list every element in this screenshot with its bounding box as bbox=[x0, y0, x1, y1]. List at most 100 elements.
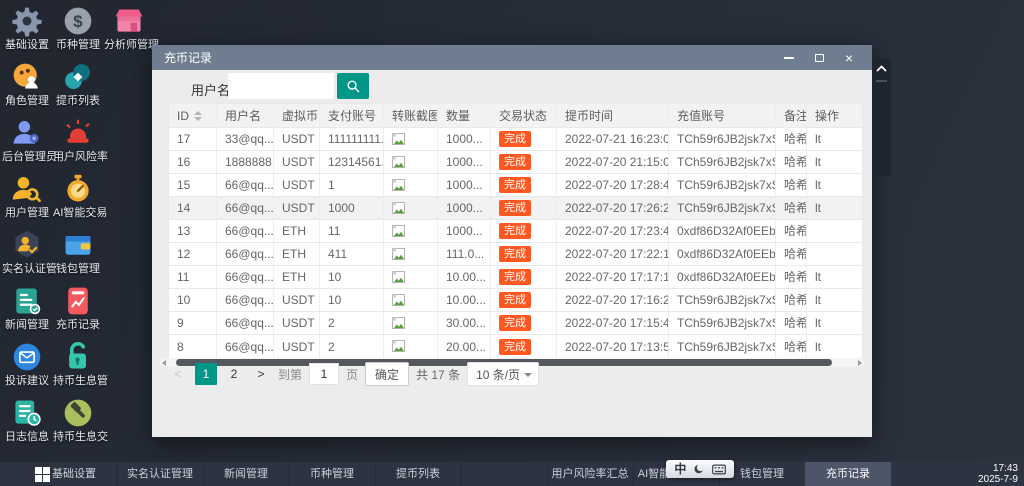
taskbar-item[interactable]: 用户风险率汇总 bbox=[547, 462, 633, 486]
confirm-button[interactable]: 确定 bbox=[365, 362, 409, 386]
cell-pay: 2 bbox=[320, 312, 384, 335]
desktop-shortcut-label: 分析师管理 bbox=[104, 39, 154, 51]
desktop-shortcut[interactable]: AI智能交易 bbox=[53, 173, 103, 227]
ime-language[interactable]: 中 bbox=[674, 461, 686, 477]
broken-image-icon[interactable] bbox=[392, 340, 405, 353]
cell-qty: 20.00... bbox=[438, 335, 491, 358]
next-page-button[interactable]: > bbox=[251, 363, 271, 385]
desktop-shortcut[interactable]: 角色管理 bbox=[2, 61, 52, 115]
cell-pay: 11 bbox=[320, 220, 384, 243]
window-titlebar[interactable]: 充币记录 × bbox=[152, 45, 872, 70]
collapsed-panel[interactable] bbox=[872, 58, 891, 176]
cell-coin: ETH bbox=[274, 220, 320, 243]
desktop-shortcut[interactable]: 充币记录 bbox=[53, 285, 103, 339]
cell-action[interactable]: lt bbox=[807, 266, 863, 289]
cell-id: 9 bbox=[169, 312, 217, 335]
records-table: ID用户名虚拟币支付账号转账截图数量交易状态提币时间充值账号备注操作1733@q… bbox=[168, 103, 864, 359]
cell-action[interactable]: lt bbox=[807, 197, 863, 220]
cell-qty: 30.00... bbox=[438, 312, 491, 335]
taskbar-clock[interactable]: 17:43 2025-7-9 bbox=[978, 463, 1018, 485]
search-icon bbox=[345, 78, 362, 95]
broken-image-icon[interactable] bbox=[392, 133, 405, 146]
desktop-shortcut[interactable]: 投诉建议 bbox=[2, 341, 52, 395]
maximize-button[interactable] bbox=[808, 50, 830, 66]
cell-qty: 111.0... bbox=[438, 243, 491, 266]
desktop-shortcut-label: 用户风险率 bbox=[53, 151, 103, 163]
scroll-right-icon[interactable] bbox=[858, 360, 862, 366]
taskbar-item[interactable]: 实名认证管理 bbox=[117, 462, 203, 486]
broken-image-icon[interactable] bbox=[392, 225, 405, 238]
page-button-1[interactable]: 1 bbox=[195, 363, 217, 385]
chevron-up-icon[interactable] bbox=[876, 65, 887, 72]
goto-page-input[interactable] bbox=[309, 363, 339, 385]
cell-action[interactable]: lt bbox=[807, 312, 863, 335]
desktop-shortcut[interactable]: 后台管理员 bbox=[2, 117, 52, 171]
column-header-qty: 数量 bbox=[438, 104, 491, 128]
search-button[interactable] bbox=[337, 73, 369, 99]
sort-icon[interactable] bbox=[194, 111, 202, 121]
cell-id: 14 bbox=[169, 197, 217, 220]
keyboard-icon[interactable] bbox=[712, 464, 726, 475]
cell-id: 13 bbox=[169, 220, 217, 243]
search-toolbar: 用户名 bbox=[152, 70, 872, 104]
status-badge: 完成 bbox=[499, 269, 531, 285]
per-page-select[interactable]: 10 条/页 bbox=[467, 362, 539, 386]
app-window: 充币记录 × 用户名 ID用户名虚拟币支付账号转账截图数量交易状态提币时间充值账… bbox=[152, 45, 872, 437]
moon-icon[interactable] bbox=[693, 463, 705, 475]
broken-image-icon[interactable] bbox=[392, 271, 405, 284]
minimize-button[interactable] bbox=[778, 50, 800, 66]
desktop-shortcut[interactable]: 用户风险率 bbox=[53, 117, 103, 171]
cell-action[interactable]: lt bbox=[807, 151, 863, 174]
prev-page-button[interactable]: < bbox=[168, 363, 188, 385]
taskbar-item[interactable]: 币种管理 bbox=[289, 462, 375, 486]
taskbar-item[interactable]: 充币记录 bbox=[805, 462, 891, 486]
desktop-shortcut[interactable]: 用户管理 bbox=[2, 173, 52, 227]
cell-user: 66@qq... bbox=[217, 289, 274, 312]
broken-image-icon[interactable] bbox=[392, 202, 405, 215]
desktop-shortcut-label: 充币记录 bbox=[53, 319, 103, 331]
broken-image-icon[interactable] bbox=[392, 156, 405, 169]
cell-account: TCh59r6JB2jsk7xSW... bbox=[669, 197, 776, 220]
taskbar-item[interactable]: 提币列表 bbox=[375, 462, 461, 486]
cell-shot bbox=[384, 335, 438, 358]
column-header-id[interactable]: ID bbox=[169, 104, 217, 128]
desktop-shortcut[interactable]: 日志信息 bbox=[2, 397, 52, 451]
column-header-pay: 支付账号 bbox=[320, 104, 384, 128]
desktop-shortcut[interactable]: 实名认证管 bbox=[2, 229, 52, 283]
cell-remark: 哈希:d bbox=[776, 128, 807, 151]
broken-image-icon[interactable] bbox=[392, 294, 405, 307]
cell-action[interactable]: lt bbox=[807, 335, 863, 358]
cell-user: 66@qq... bbox=[217, 312, 274, 335]
cell-action[interactable]: lt bbox=[807, 174, 863, 197]
taskbar-item[interactable]: 基础设置 bbox=[31, 462, 117, 486]
cell-time: 2022-07-20 17:26:24 bbox=[557, 197, 669, 220]
desktop-shortcut[interactable]: 新闻管理 bbox=[2, 285, 52, 339]
broken-image-icon[interactable] bbox=[392, 248, 405, 261]
desktop-shortcut[interactable]: 分析师管理 bbox=[104, 5, 154, 59]
cell-remark: 哈希:d bbox=[776, 174, 807, 197]
desktop-shortcut[interactable]: 提币列表 bbox=[53, 61, 103, 115]
cell-coin: ETH bbox=[274, 266, 320, 289]
desktop-shortcut[interactable]: 持币生息交 bbox=[53, 397, 103, 451]
cell-action[interactable]: lt bbox=[807, 128, 863, 151]
desktop-shortcut[interactable]: 持币生息管 bbox=[53, 341, 103, 395]
taskbar-item[interactable]: 新闻管理 bbox=[203, 462, 289, 486]
ime-toolbar[interactable]: 中 bbox=[666, 460, 734, 478]
close-icon[interactable]: × bbox=[838, 50, 860, 66]
broken-image-icon[interactable] bbox=[392, 317, 405, 330]
cell-account: TCh59r6JB2jsk7xSW... bbox=[669, 151, 776, 174]
scroll-left-icon[interactable] bbox=[162, 360, 166, 366]
cell-time: 2022-07-20 17:17:17 bbox=[557, 266, 669, 289]
cell-qty: 1000... bbox=[438, 174, 491, 197]
page-button-2[interactable]: 2 bbox=[224, 363, 244, 385]
desktop-shortcut[interactable]: $币种管理 bbox=[53, 5, 103, 59]
cell-action[interactable]: lt bbox=[807, 289, 863, 312]
username-input[interactable] bbox=[228, 73, 334, 99]
mail-icon bbox=[11, 341, 43, 373]
chart-icon bbox=[62, 285, 94, 317]
desktop-shortcut[interactable]: 钱包管理 bbox=[53, 229, 103, 283]
desktop-shortcut[interactable]: 基础设置 bbox=[2, 5, 52, 59]
broken-image-icon[interactable] bbox=[392, 179, 405, 192]
news-icon bbox=[11, 285, 43, 317]
cell-shot bbox=[384, 174, 438, 197]
